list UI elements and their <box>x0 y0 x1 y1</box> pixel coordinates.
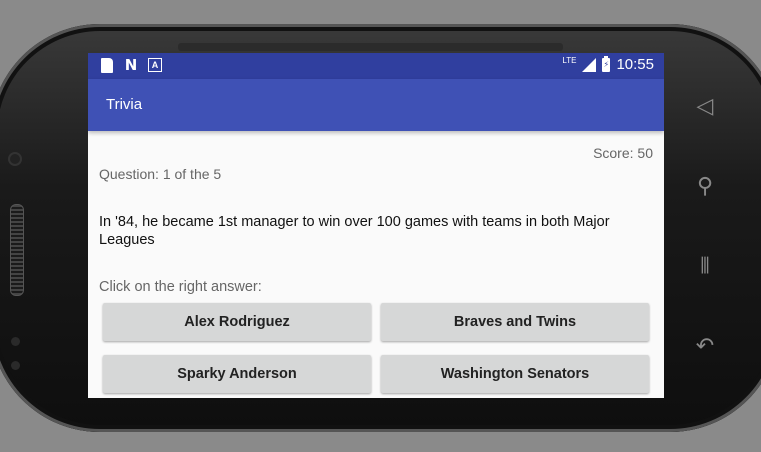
app-title: Trivia <box>106 96 143 113</box>
light-sensor <box>11 361 20 370</box>
proximity-sensor <box>11 337 20 346</box>
answer-button-3[interactable]: Sparky Anderson <box>103 355 371 393</box>
answer-button-4[interactable]: Washington Senators <box>381 355 649 393</box>
score-label: Score: 50 <box>593 145 653 161</box>
back-key-icon[interactable]: ◁ <box>690 92 720 122</box>
phone-top-edge <box>178 43 563 51</box>
answer-button-2[interactable]: Braves and Twins <box>381 303 649 341</box>
status-bar: N A LTE ⚡ 10:55 <box>88 53 664 79</box>
answer-prompt: Click on the right answer: <box>99 279 262 295</box>
app-bar: Trivia <box>88 79 664 131</box>
notification-a-icon: A <box>148 57 162 73</box>
clock: 10:55 <box>616 56 654 73</box>
notification-n-icon: N <box>124 56 138 74</box>
earpiece-speaker <box>10 204 24 296</box>
front-camera <box>8 152 22 166</box>
question-text: In '84, he became 1st manager to win ove… <box>99 214 610 248</box>
device-screen: N A LTE ⚡ 10:55 Trivia Score: 50 Questio… <box>88 53 664 398</box>
signal-icon <box>582 57 597 72</box>
network-type: LTE <box>562 56 577 65</box>
question-progress: Question: 1 of the 5 <box>99 166 222 182</box>
return-key-icon[interactable]: ↶ <box>690 332 720 362</box>
battery-icon: ⚡ <box>602 55 611 72</box>
sd-card-icon <box>100 57 114 73</box>
answer-button-1[interactable]: Alex Rodriguez <box>103 303 371 341</box>
menu-key-icon[interactable]: ⦀ <box>690 252 720 282</box>
search-key-icon[interactable]: ⚲ <box>690 172 720 202</box>
